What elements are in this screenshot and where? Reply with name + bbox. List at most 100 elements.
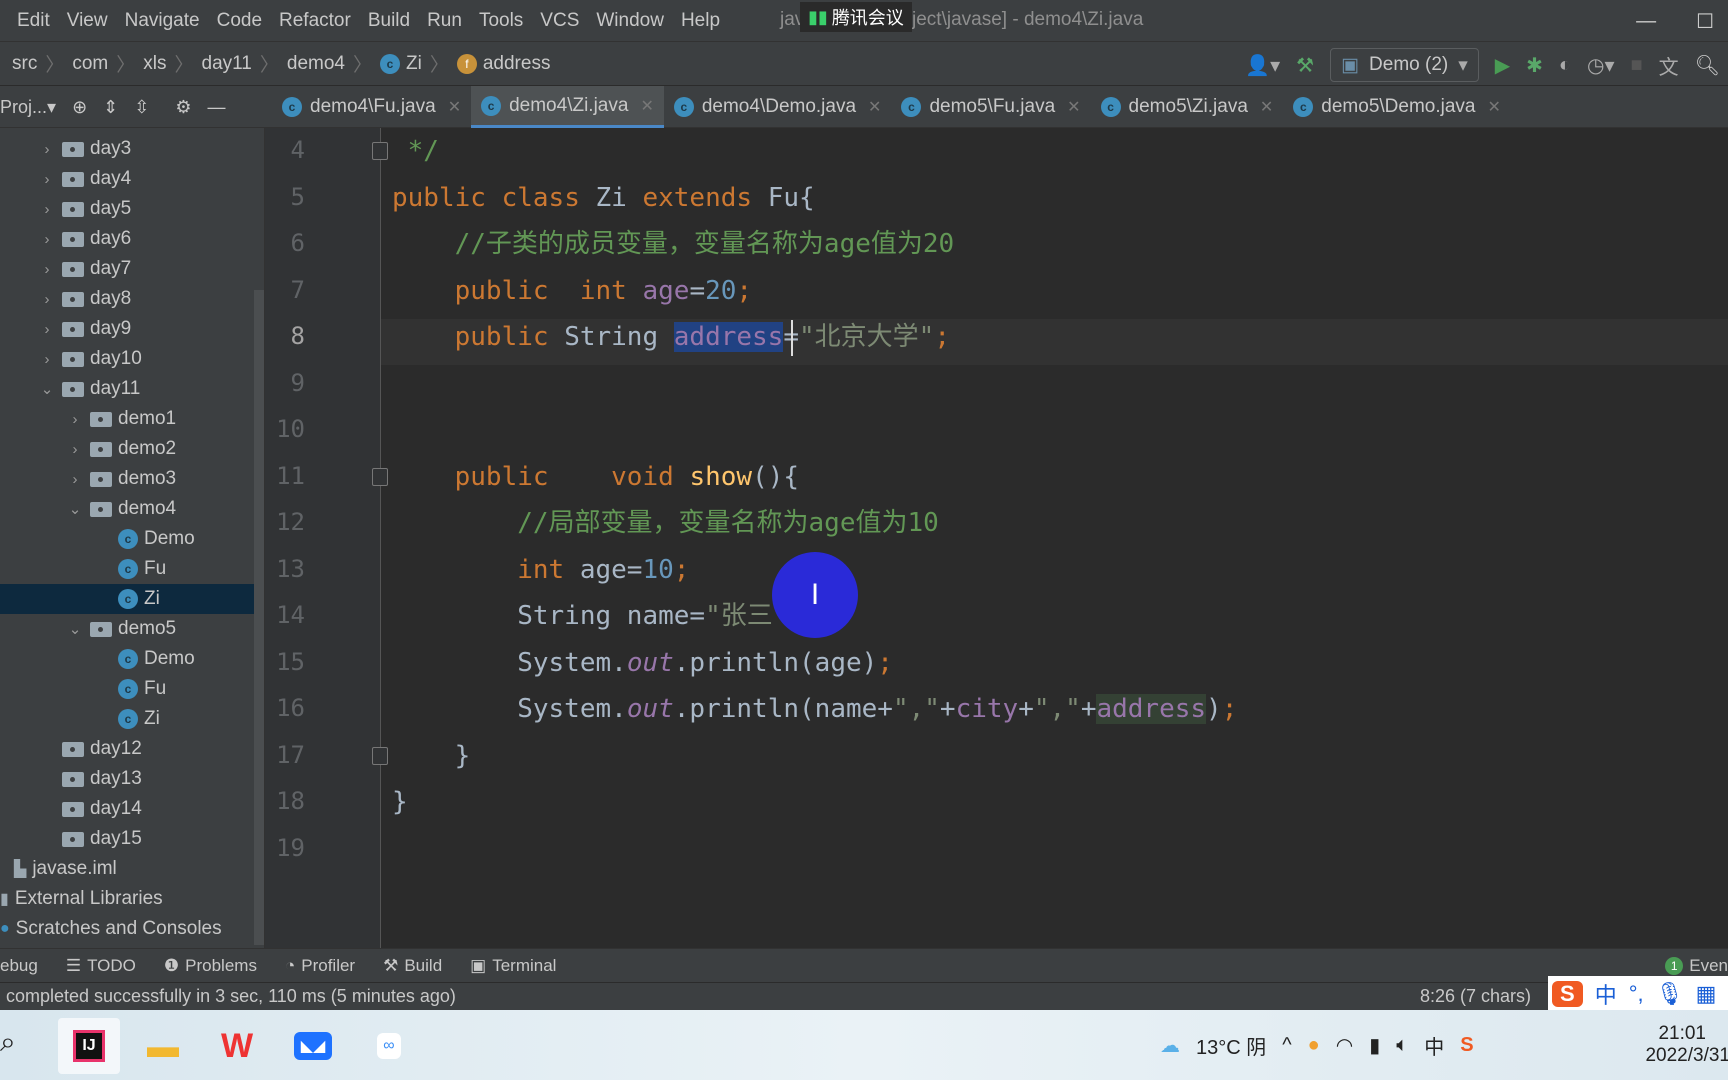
breadcrumb-item[interactable]: com [72,53,108,75]
code-line[interactable]: //子类的成员变量，变量名称为age值为20 [392,221,955,267]
tab-demo5-fu-java[interactable]: c demo5\Fu.java ✕ [891,86,1090,128]
chevron-right-icon[interactable]: › [66,471,84,488]
hide-icon[interactable]: — [207,97,225,118]
translate-icon[interactable]: 文 [1659,51,1679,80]
code-line[interactable]: public String address="北京大学"; [392,314,950,360]
expand-all-icon[interactable]: ⇕ [103,97,118,118]
tree-item[interactable]: › day9 [0,314,255,344]
chevron-right-icon[interactable]: › [38,201,56,218]
microphone-icon[interactable]: ▮ [1369,1033,1380,1058]
menu-window[interactable]: Window [596,10,664,32]
tree-item[interactable]: ⌄ demo4 [0,494,255,524]
weather[interactable]: 13°C 阴 [1196,1031,1266,1060]
tree-item[interactable]: ⌄ day11 [0,374,255,404]
caret-position[interactable]: 8:26 (7 chars) [1420,986,1531,1007]
toolwindow-problems[interactable]: ❶ Problems [164,956,257,976]
tree-item[interactable]: ▙ javase.iml [0,854,255,884]
wifi-icon[interactable]: ◠ [1336,1033,1353,1058]
menu-navigate[interactable]: Navigate [125,10,200,32]
tab-demo4-demo-java[interactable]: c demo4\Demo.java ✕ [664,86,892,128]
tree-item[interactable]: c Demo [0,644,255,674]
chevron-right-icon[interactable]: › [66,441,84,458]
tree-item[interactable]: c Fu [0,554,255,584]
tree-item[interactable]: › demo1 [0,404,255,434]
build-hammer-icon[interactable]: ⚒ [1296,53,1314,78]
tree-item[interactable]: day12 [0,734,255,764]
ime-punct[interactable]: °, [1629,981,1644,1007]
menu-refactor[interactable]: Refactor [279,10,351,32]
menu-view[interactable]: View [67,10,108,32]
meeting-overlay[interactable]: ▮▮ 腾讯会议 [800,2,912,32]
search-icon[interactable]: 🔍︎ [1695,53,1720,78]
code-line[interactable]: System.out.println(name+","+city+","+add… [392,686,1237,732]
baidu-netdisk-app[interactable]: ∞ [358,1018,420,1074]
close-icon[interactable]: ✕ [868,97,881,117]
toolwindow-build[interactable]: ⚒ Build [383,956,442,976]
tree-item[interactable]: › day5 [0,194,255,224]
chevron-down-icon[interactable]: ⌄ [66,500,84,518]
debug-icon[interactable]: ✱ [1526,53,1543,78]
chevron-right-icon[interactable]: › [38,261,56,278]
tree-item[interactable]: c Fu [0,674,255,704]
code-line[interactable]: int age=10; [392,547,689,593]
breadcrumb-item[interactable]: day11 [202,53,252,75]
close-icon[interactable]: ✕ [1067,97,1080,117]
menu-tools[interactable]: Tools [479,10,523,32]
intellij-app[interactable]: IJ [58,1018,120,1074]
toolwindow-profiler[interactable]: ◔ Profiler [285,956,355,976]
tab-demo5-demo-java[interactable]: c demo5\Demo.java ✕ [1283,86,1511,128]
chevron-right-icon[interactable]: › [38,291,56,308]
chevron-right-icon[interactable]: › [38,171,56,188]
collapse-all-icon[interactable]: ⇳ [134,97,149,118]
menu-edit[interactable]: Edit [17,10,50,32]
sidebar-scrollbar[interactable] [254,290,264,945]
code-line[interactable]: System.out.println(age); [392,640,893,686]
code-line[interactable]: String name="张三"; [392,593,804,639]
tab-demo5-zi-java[interactable]: c demo5\Zi.java ✕ [1091,86,1284,128]
tree-item[interactable]: › demo3 [0,464,255,494]
menu-help[interactable]: Help [681,10,720,32]
tree-item[interactable]: › day7 [0,254,255,284]
menu-vcs[interactable]: VCS [540,10,579,32]
tab-demo4-fu-java[interactable]: c demo4\Fu.java ✕ [272,86,471,128]
code-line[interactable]: } [392,779,408,825]
breadcrumb-item[interactable]: xls [143,53,166,75]
tree-item[interactable]: ⌄ demo5 [0,614,255,644]
code-line[interactable]: public class Zi extends Fu{ [392,175,815,221]
minimize-button[interactable]: — [1636,10,1656,33]
tree-item[interactable]: › demo2 [0,434,255,464]
tree-item[interactable]: day13 [0,764,255,794]
code-line[interactable]: } [392,733,471,779]
breadcrumb-item[interactable]: demo4 [287,53,345,75]
tab-demo4-zi-java[interactable]: c demo4\Zi.java ✕ [471,86,664,128]
volume-icon[interactable]: 🔈︎ [1396,1034,1408,1057]
coverage-icon[interactable]: ◐ [1559,54,1571,77]
user-icon[interactable]: 👤▾ [1245,53,1280,78]
code-line[interactable]: //局部变量，变量名称为age值为10 [392,500,939,546]
breadcrumb-item[interactable]: src [12,53,37,75]
tray-lang[interactable]: 中 [1424,1031,1444,1060]
ime-toolbar[interactable]: S 中 °, 🎙︎ ▦ [1548,976,1728,1012]
sogou-tray-icon[interactable]: S [1460,1034,1473,1057]
wps-app[interactable]: W [206,1018,268,1074]
close-icon[interactable]: ✕ [448,97,461,117]
meeting-app[interactable]: ◣◢ [282,1018,344,1074]
fold-marker-icon[interactable] [372,746,388,765]
tree-item[interactable]: › day10 [0,344,255,374]
breadcrumb-item[interactable]: f address [456,53,550,75]
fold-marker-icon[interactable] [372,467,388,486]
tree-item[interactable]: › day8 [0,284,255,314]
tree-item[interactable]: ▮ External Libraries [0,884,255,914]
explorer-app[interactable]: ▬ [132,1018,194,1074]
tree-item[interactable]: › day3 [0,134,255,164]
chevron-right-icon[interactable]: › [38,141,56,158]
run-config-select[interactable]: ▣ Demo (2) ▾ [1330,48,1479,82]
tree-item[interactable]: day14 [0,794,255,824]
tree-item[interactable]: ● Scratches and Consoles [0,914,255,944]
code-line[interactable]: public int age=20; [392,268,752,314]
project-view-select[interactable]: Proj...▾ [0,97,56,118]
chevron-down-icon[interactable]: ⌄ [66,620,84,638]
stop-icon[interactable]: ■ [1631,54,1643,77]
app-tray-icon[interactable]: ● [1308,1034,1320,1057]
chevron-up-icon[interactable]: ^ [1282,1034,1291,1057]
